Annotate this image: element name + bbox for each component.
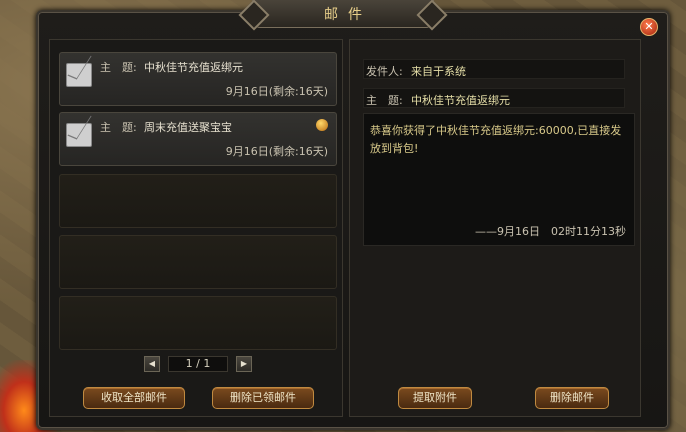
subject-label: 主 题: — [366, 94, 403, 107]
mail-list-item[interactable]: 主 题: 中秋佳节充值返绑元 9月16日(剩余:16天) — [59, 52, 337, 106]
mail-date: 9月16日(剩余:16天) — [225, 145, 328, 158]
pager: ◀ 1 / 1 ▶ — [144, 356, 252, 372]
page-indicator: 1 / 1 — [168, 356, 228, 372]
mail-timestamp: ——9月16日 02时11分13秒 — [475, 225, 626, 238]
window-title: 邮件 — [324, 6, 372, 23]
sender-row: 发件人: 来自于系统 — [363, 59, 625, 79]
empty-mail-slot — [59, 174, 337, 228]
title-plate: 邮件 — [252, 0, 434, 28]
sender-value: 来自于系统 — [411, 65, 466, 78]
empty-mail-slot — [59, 235, 337, 289]
mail-list-item[interactable]: 主 题: 周末充值送聚宝宝 9月16日(剩余:16天) — [59, 112, 337, 166]
envelope-icon — [66, 63, 92, 87]
prev-page-button[interactable]: ◀ — [144, 356, 160, 372]
delete-mail-button[interactable]: 删除邮件 — [535, 387, 609, 409]
subject-value: 中秋佳节充值返绑元 — [411, 94, 510, 107]
collect-all-button[interactable]: 收取全部邮件 — [83, 387, 185, 409]
attachment-icon — [316, 119, 328, 131]
close-icon: ✕ — [644, 20, 654, 33]
subject-row: 主 题: 中秋佳节充值返绑元 — [363, 88, 625, 108]
envelope-icon — [66, 123, 92, 147]
mail-subject: 周末充值送聚宝宝 — [144, 121, 232, 134]
next-page-button[interactable]: ▶ — [236, 356, 252, 372]
delete-read-button[interactable]: 删除已领邮件 — [212, 387, 314, 409]
mail-subject: 中秋佳节充值返绑元 — [144, 61, 243, 74]
close-button[interactable]: ✕ — [640, 18, 658, 36]
mail-body: 恭喜你获得了中秋佳节充值返绑元:60000,已直接发放到背包! ——9月16日 … — [363, 113, 635, 246]
mail-date: 9月16日(剩余:16天) — [225, 85, 328, 98]
sender-label: 发件人: — [366, 65, 403, 78]
empty-mail-slot — [59, 296, 337, 350]
mail-body-text: 恭喜你获得了中秋佳节充值返绑元:60000,已直接发放到背包! — [370, 124, 622, 155]
mail-subject-label: 主 题: — [100, 121, 137, 134]
mail-subject-label: 主 题: — [100, 61, 137, 74]
take-attachment-button[interactable]: 提取附件 — [398, 387, 472, 409]
